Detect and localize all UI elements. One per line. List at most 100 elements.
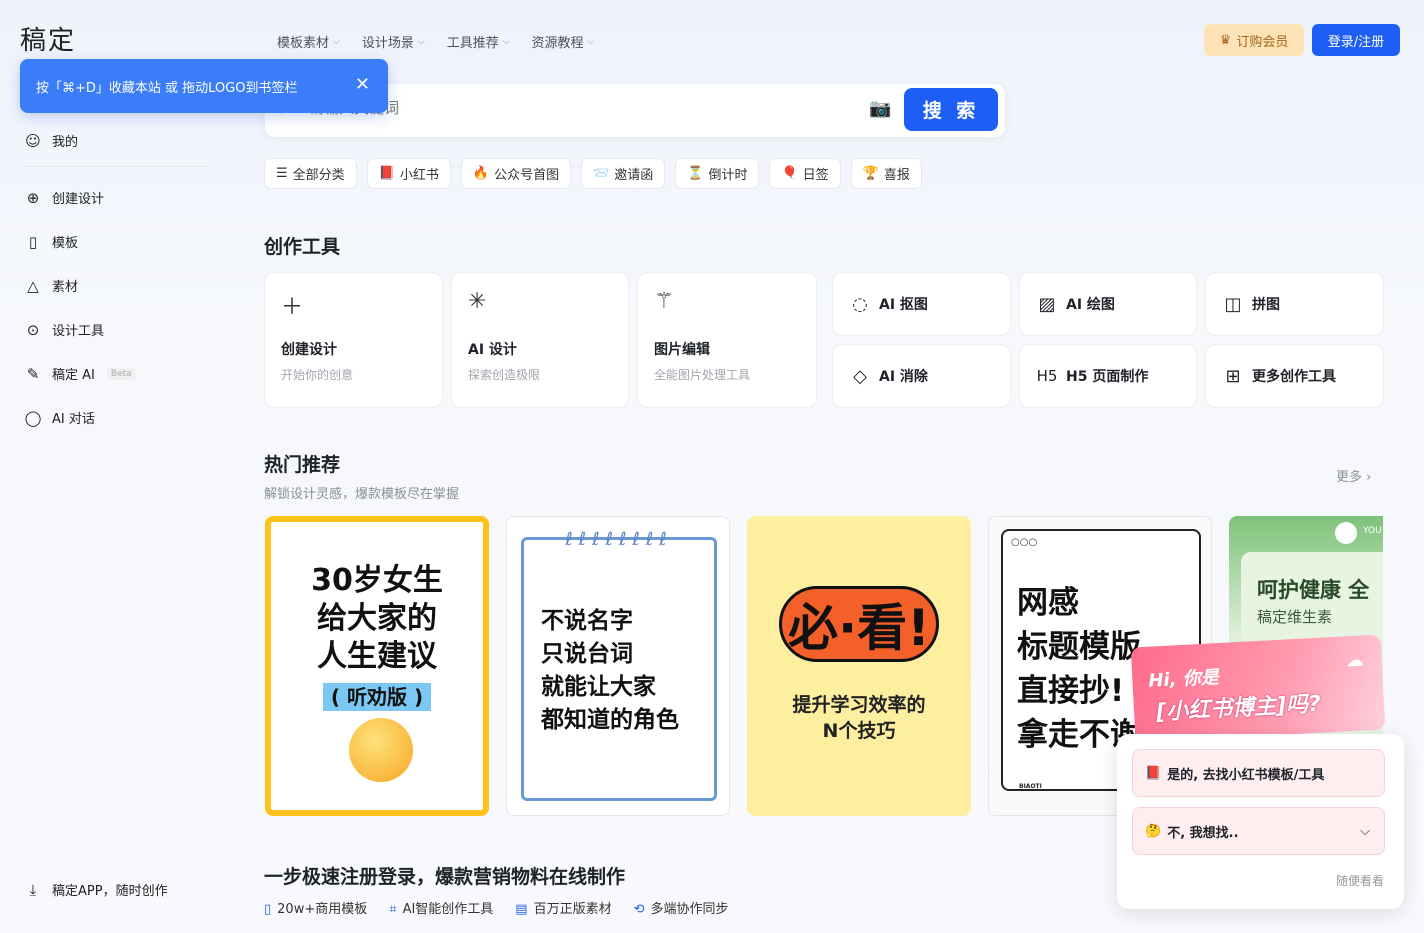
- skip-link[interactable]: 随便看看: [1336, 872, 1384, 889]
- nav-scenes[interactable]: 设计场景 ⌵: [362, 32, 425, 51]
- tool-ai-draw[interactable]: ▨ AI 绘图: [1019, 272, 1197, 336]
- chevron-down-icon: ⌵: [1360, 823, 1370, 839]
- close-icon[interactable]: ✕: [355, 74, 370, 95]
- window-dots-icon: ○○○: [1011, 537, 1038, 548]
- top-nav: 模板素材 ⌵ 设计场景 ⌵ 工具推荐 ⌵ 资源教程 ⌵: [277, 32, 594, 51]
- chip-daily[interactable]: 🎈 日签: [769, 158, 841, 189]
- sidebar-item-create[interactable]: ⊕ 创建设计: [24, 188, 104, 208]
- chevron-down-icon: ⌵: [587, 36, 595, 47]
- tool-h5[interactable]: H5 H5 页面制作: [1019, 344, 1197, 408]
- tool-collage[interactable]: ◫ 拼图: [1205, 272, 1384, 336]
- tool-ai-design[interactable]: ✳ AI 设计 探索创造极限: [451, 272, 629, 408]
- feature-item: ▤ 百万正版素材: [515, 902, 612, 917]
- plus-circle-icon: ⊕: [26, 188, 40, 207]
- template-card[interactable]: 30岁女生 给大家的 人生建议 ( 听劝版 ): [265, 516, 489, 816]
- sidebar-item-ai-chat[interactable]: ◯ AI 对话: [24, 408, 95, 428]
- book-icon: 📕: [1145, 765, 1162, 781]
- sidebar-item-materials[interactable]: △ 素材: [24, 276, 78, 296]
- register-headline: 一步极速注册登录，爆款营销物料在线制作: [264, 866, 626, 888]
- template-card[interactable]: ℓℓℓℓℓℓℓℓ 不说名字 只说台词 就能让大家 都知道的角色: [506, 516, 730, 816]
- spiral-binding-icon: ℓℓℓℓℓℓℓℓ: [565, 529, 673, 550]
- login-button[interactable]: 登录/注册: [1312, 24, 1400, 56]
- nav-templates[interactable]: 模板素材 ⌵: [277, 32, 340, 51]
- ai-icon: ⌗: [389, 902, 397, 917]
- template-card[interactable]: 必·看! 提升学习效率的 N个技巧: [747, 516, 971, 816]
- plus-icon: ＋: [281, 295, 304, 320]
- tool-image-edit[interactable]: ⚚ 图片编辑 全能图片处理工具: [637, 272, 817, 408]
- search-button[interactable]: 搜 索: [904, 88, 998, 131]
- balloon-icon: 🎈: [781, 166, 798, 181]
- sidebar-item-templates[interactable]: ▯ 模板: [24, 232, 78, 252]
- tool-ai-erase[interactable]: ◇ AI 消除: [832, 344, 1011, 408]
- chip-wechat-cover[interactable]: 🔥 公众号首图: [460, 158, 572, 189]
- section-title-hot: 热门推荐: [264, 454, 341, 476]
- sidebar-item-gaoding-ai[interactable]: ✎ 稿定 AI Beta: [24, 364, 136, 383]
- magic-wand-icon: ⚚: [654, 289, 674, 314]
- chevron-down-icon: ⌵: [333, 36, 340, 47]
- template-icon: ▯: [28, 232, 38, 251]
- chat-cloud-icon: ☁: [1345, 649, 1365, 672]
- sync-icon: ⟲: [633, 902, 645, 917]
- section-subtitle-hot: 解锁设计灵感，爆款模板尽在掌握: [264, 487, 460, 502]
- persona-banner: Hi, 你是 [小红书博主]吗? ☁: [1130, 634, 1386, 743]
- template-icon: ▯: [264, 902, 272, 917]
- option-yes-button[interactable]: 📕 是的, 去找小红书模板/工具: [1132, 749, 1385, 797]
- feature-item: ⌗ AI智能创作工具: [389, 902, 494, 917]
- sidebar-divider: [24, 166, 208, 167]
- image-library-icon: ▤: [515, 902, 528, 917]
- option-no-dropdown[interactable]: 🤔 不, 我想找.. ⌵: [1132, 807, 1385, 855]
- sidebar-item-mine[interactable]: ☺ 我的: [24, 131, 78, 151]
- feature-list: ▯ 20w+商用模板 ⌗ AI智能创作工具 ▤ 百万正版素材 ⟲ 多端协作同步: [264, 898, 729, 917]
- chip-good-news[interactable]: 🏆 喜报: [850, 158, 922, 189]
- chip-all[interactable]: ☰ 全部分类: [264, 158, 357, 189]
- collage-icon: ◫: [1224, 293, 1242, 315]
- h5-icon: H5: [1036, 367, 1058, 385]
- chevron-down-icon: ⌵: [417, 36, 425, 47]
- ai-pen-icon: ✎: [26, 364, 40, 383]
- nav-resources[interactable]: 资源教程 ⌵: [532, 32, 595, 51]
- eraser-icon: ◇: [853, 365, 867, 387]
- camera-icon[interactable]: 📷: [869, 98, 891, 119]
- chip-invitation[interactable]: 📨 邀请函: [581, 158, 666, 189]
- chip-xiaohongshu[interactable]: 📕 小红书: [366, 158, 451, 189]
- chat-bubble-icon: ◯: [24, 408, 42, 427]
- logo[interactable]: 稿定: [20, 20, 76, 57]
- download-icon: ⤓: [29, 880, 37, 899]
- book-icon: 📕: [378, 166, 395, 181]
- sidebar-item-design-tools[interactable]: ⊙ 设计工具: [24, 320, 104, 340]
- tool-ai-cutout[interactable]: ◌ AI 抠图: [832, 272, 1011, 336]
- nav-tools[interactable]: 工具推荐 ⌵: [447, 32, 510, 51]
- sidebar-app-download[interactable]: ⤓ 稿定APP，随时创作: [24, 880, 168, 900]
- image-ai-icon: ▨: [1038, 293, 1056, 315]
- bookmark-tip: 按「⌘+D」收藏本站 或 拖动LOGO到书签栏 ✕: [20, 59, 388, 113]
- crown-icon: ♛: [1219, 32, 1232, 48]
- tool-create-design[interactable]: ＋ 创建设计 开始你的创意: [264, 272, 443, 408]
- grid-icon: ⊞: [1225, 365, 1241, 387]
- brand-badge-icon: [1335, 522, 1357, 544]
- hourglass-icon: ⏳: [687, 166, 704, 181]
- feature-item: ▯ 20w+商用模板: [264, 902, 368, 917]
- chevron-right-icon: ›: [1366, 470, 1372, 485]
- emoji-face-icon: [349, 718, 413, 782]
- envelope-icon: 📨: [593, 166, 610, 181]
- chip-countdown[interactable]: ⏳ 倒计时: [675, 158, 760, 189]
- compass-icon: ⊙: [26, 320, 40, 339]
- feature-item: ⟲ 多端协作同步: [633, 902, 729, 917]
- shapes-icon: △: [27, 276, 39, 295]
- more-link[interactable]: 更多 ›: [1336, 466, 1371, 485]
- persona-popup: 📕 是的, 去找小红书模板/工具 🤔 不, 我想找.. ⌵ 随便看看: [1117, 734, 1404, 909]
- tool-more[interactable]: ⊞ 更多创作工具: [1205, 344, 1384, 408]
- beta-badge: Beta: [106, 367, 136, 380]
- tip-text: 按「⌘+D」收藏本站 或 拖动LOGO到书签栏: [36, 80, 298, 96]
- menu-icon: ☰: [276, 166, 288, 181]
- sparkle-icon: ✳: [468, 289, 487, 314]
- category-chips: ☰ 全部分类 📕 小红书 🔥 公众号首图 📨 邀请函 ⏳ 倒计时 🎈 日签 🏆 喜报: [264, 158, 922, 189]
- section-title-tools: 创作工具: [264, 236, 341, 258]
- vip-button[interactable]: ♛ 订购会员: [1204, 24, 1304, 56]
- fire-icon: 🔥: [472, 166, 490, 181]
- trophy-icon: 🏆: [862, 166, 879, 181]
- cutout-icon: ◌: [852, 293, 868, 315]
- chevron-down-icon: ⌵: [502, 36, 510, 47]
- thinking-face-icon: 🤔: [1145, 823, 1162, 839]
- user-circle-icon: ☺: [25, 131, 41, 150]
